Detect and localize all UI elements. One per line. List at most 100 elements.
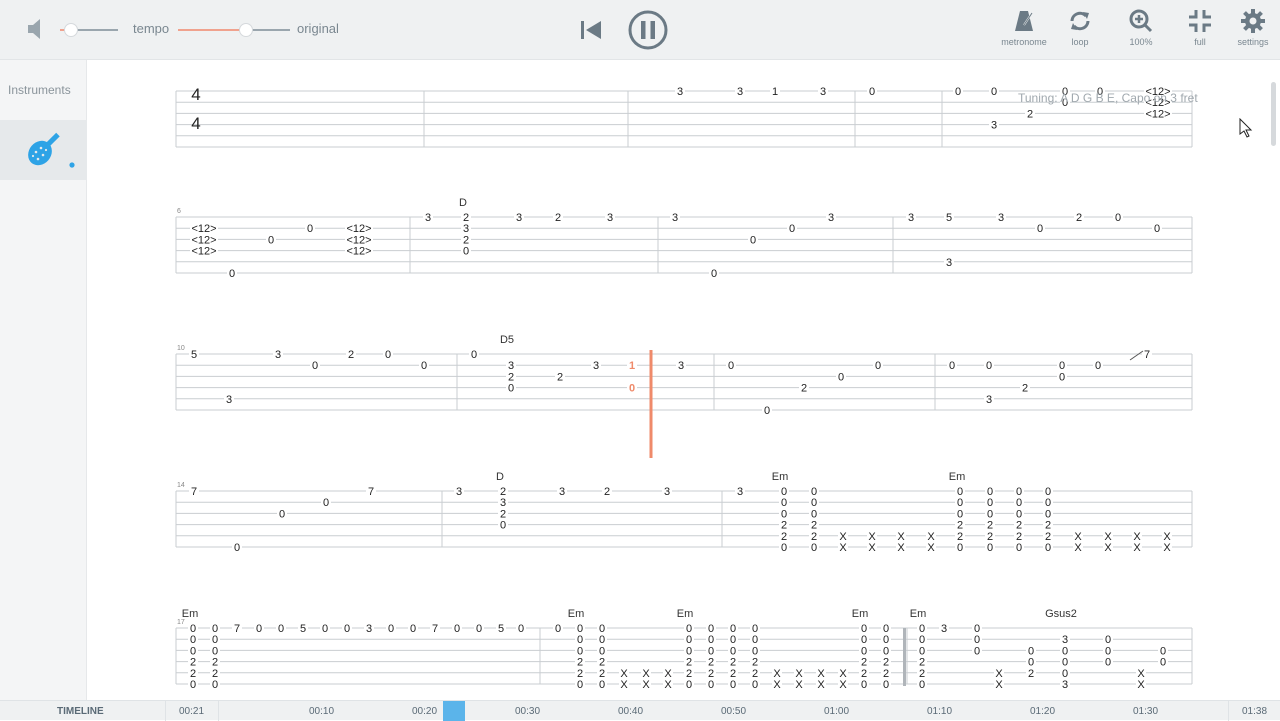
tab-note: 0 — [212, 623, 218, 635]
tab-note: 0 — [752, 634, 758, 646]
tab-note: 2 — [463, 212, 469, 224]
tab-note: 0 — [957, 508, 963, 520]
tab-note: 2 — [508, 371, 514, 383]
tab-note: X — [1137, 679, 1145, 691]
tab-note: 0 — [686, 623, 692, 635]
instrument-tile-guitar[interactable] — [0, 120, 87, 180]
tab-note: 2 — [861, 668, 867, 680]
tab-note: 3 — [828, 212, 834, 224]
tab-note: 2 — [730, 668, 736, 680]
tab-note: 2 — [957, 520, 963, 532]
tab-note: X — [1137, 668, 1145, 680]
tab-note: 0 — [1045, 542, 1051, 554]
tab-note: X — [1133, 542, 1141, 554]
tab-note: <12> — [346, 234, 371, 246]
tab-note: 0 — [322, 623, 328, 635]
tab-note: 0 — [883, 645, 889, 657]
tab-note: 5 — [300, 623, 306, 635]
tempo-slider[interactable] — [178, 23, 290, 37]
tab-note: 2 — [604, 486, 610, 498]
tab-note: 0 — [577, 623, 583, 635]
loop-button[interactable]: loop — [1052, 8, 1108, 54]
tab-note: 0 — [730, 634, 736, 646]
tab-note: 7 — [234, 623, 240, 635]
tab-note: 0 — [1016, 542, 1022, 554]
tab-note: X — [897, 542, 905, 554]
tab-note: 0 — [781, 486, 787, 498]
tab-note: 2 — [577, 657, 583, 669]
tab-note: 2 — [599, 668, 605, 680]
tab-note: 2 — [555, 212, 561, 224]
tab-note: 0 — [919, 645, 925, 657]
tab-note: 0 — [838, 371, 844, 383]
zoom-button[interactable]: 100% — [1113, 8, 1169, 54]
tab-note: 0 — [811, 486, 817, 498]
chord-label: Em — [677, 608, 694, 620]
tab-note: 5 — [191, 349, 197, 361]
tempo-slider-handle[interactable] — [239, 23, 253, 37]
tab-note: X — [868, 531, 876, 543]
tab-note: 0 — [781, 497, 787, 509]
tab-note: X — [1104, 531, 1112, 543]
tab-note: 0 — [811, 542, 817, 554]
tempo-label: tempo — [133, 21, 170, 36]
metronome-button[interactable]: metronome — [996, 8, 1052, 54]
fullscreen-button[interactable]: full — [1172, 8, 1228, 54]
tab-note: X — [642, 679, 650, 691]
tab-note: 0 — [752, 645, 758, 657]
volume-slider[interactable] — [60, 23, 118, 37]
tab-note: <12> — [346, 223, 371, 235]
instruments-sidebar: Instruments — [0, 60, 87, 700]
tab-note: 3 — [820, 86, 826, 98]
tab-note: 0 — [1105, 645, 1111, 657]
tab-note: 2 — [557, 371, 563, 383]
zoom-in-icon — [1129, 9, 1153, 33]
chord-label: Em — [568, 608, 585, 620]
tab-system: 6D3 2 3 2 3 3 3 3 5 3 2 0<12> 0 <12> 3 0 0 0<12> 0 <12> 2 0<1… — [175, 197, 1193, 280]
settings-button[interactable]: settings — [1225, 8, 1280, 54]
tab-note: 0 — [234, 542, 240, 554]
tab-note: 3 — [500, 497, 506, 509]
chord-label: Em — [772, 471, 789, 483]
tab-note: 0 — [278, 623, 284, 635]
tab-note: 2 — [500, 486, 506, 498]
tab-note: 5 — [946, 212, 952, 224]
tab-note: 0 — [385, 349, 391, 361]
tab-note: 3 — [607, 212, 613, 224]
tab-note: 0 — [1016, 497, 1022, 509]
volume-icon[interactable] — [26, 17, 48, 46]
tab-note: 0 — [599, 634, 605, 646]
tab-note: X — [897, 531, 905, 543]
tab-note: 2 — [708, 657, 714, 669]
tab-note: 0 — [750, 234, 756, 246]
tab-note: 0 — [1095, 360, 1101, 372]
loop-icon — [1070, 11, 1090, 31]
tab-note: 0 — [1160, 657, 1166, 669]
score-scrollbar[interactable] — [1271, 82, 1276, 146]
tab-note: 0 — [686, 634, 692, 646]
timeline-playhead[interactable] — [443, 701, 465, 721]
time-signature-bottom: 4 — [191, 114, 200, 133]
tab-note: X — [1104, 542, 1112, 554]
tab-note: 0 — [410, 623, 416, 635]
tab-note: 0 — [454, 623, 460, 635]
tab-note: 0 — [955, 86, 961, 98]
tab-note: 1 — [629, 360, 635, 372]
rewind-button[interactable] — [580, 20, 602, 45]
pause-button[interactable] — [627, 9, 669, 56]
tab-note: 3 — [516, 212, 522, 224]
timeline[interactable]: TIMELINE 00:21 00:10 00:20 00:30 00:40 0… — [0, 700, 1280, 721]
tab-note: X — [839, 542, 847, 554]
volume-slider-handle[interactable] — [64, 23, 78, 37]
tab-note: 0 — [212, 679, 218, 691]
loop-label: loop — [1071, 37, 1089, 47]
chord-label: D — [459, 197, 467, 209]
tab-note: 0 — [711, 268, 717, 280]
tab-note: 0 — [500, 520, 506, 532]
tab-note: X — [1163, 531, 1171, 543]
tab-note: 0 — [987, 497, 993, 509]
tab-score: 3 3 1 3 0 0 0 0 0 <12> 0 <12> 2 <12> 3 6 D 3 2 3 2 3 3 3 3 5 3 2 0 <1… — [87, 60, 1280, 700]
tab-note: 0 — [730, 623, 736, 635]
tab-note: 0 — [1045, 486, 1051, 498]
chord-label: Em — [852, 608, 869, 620]
